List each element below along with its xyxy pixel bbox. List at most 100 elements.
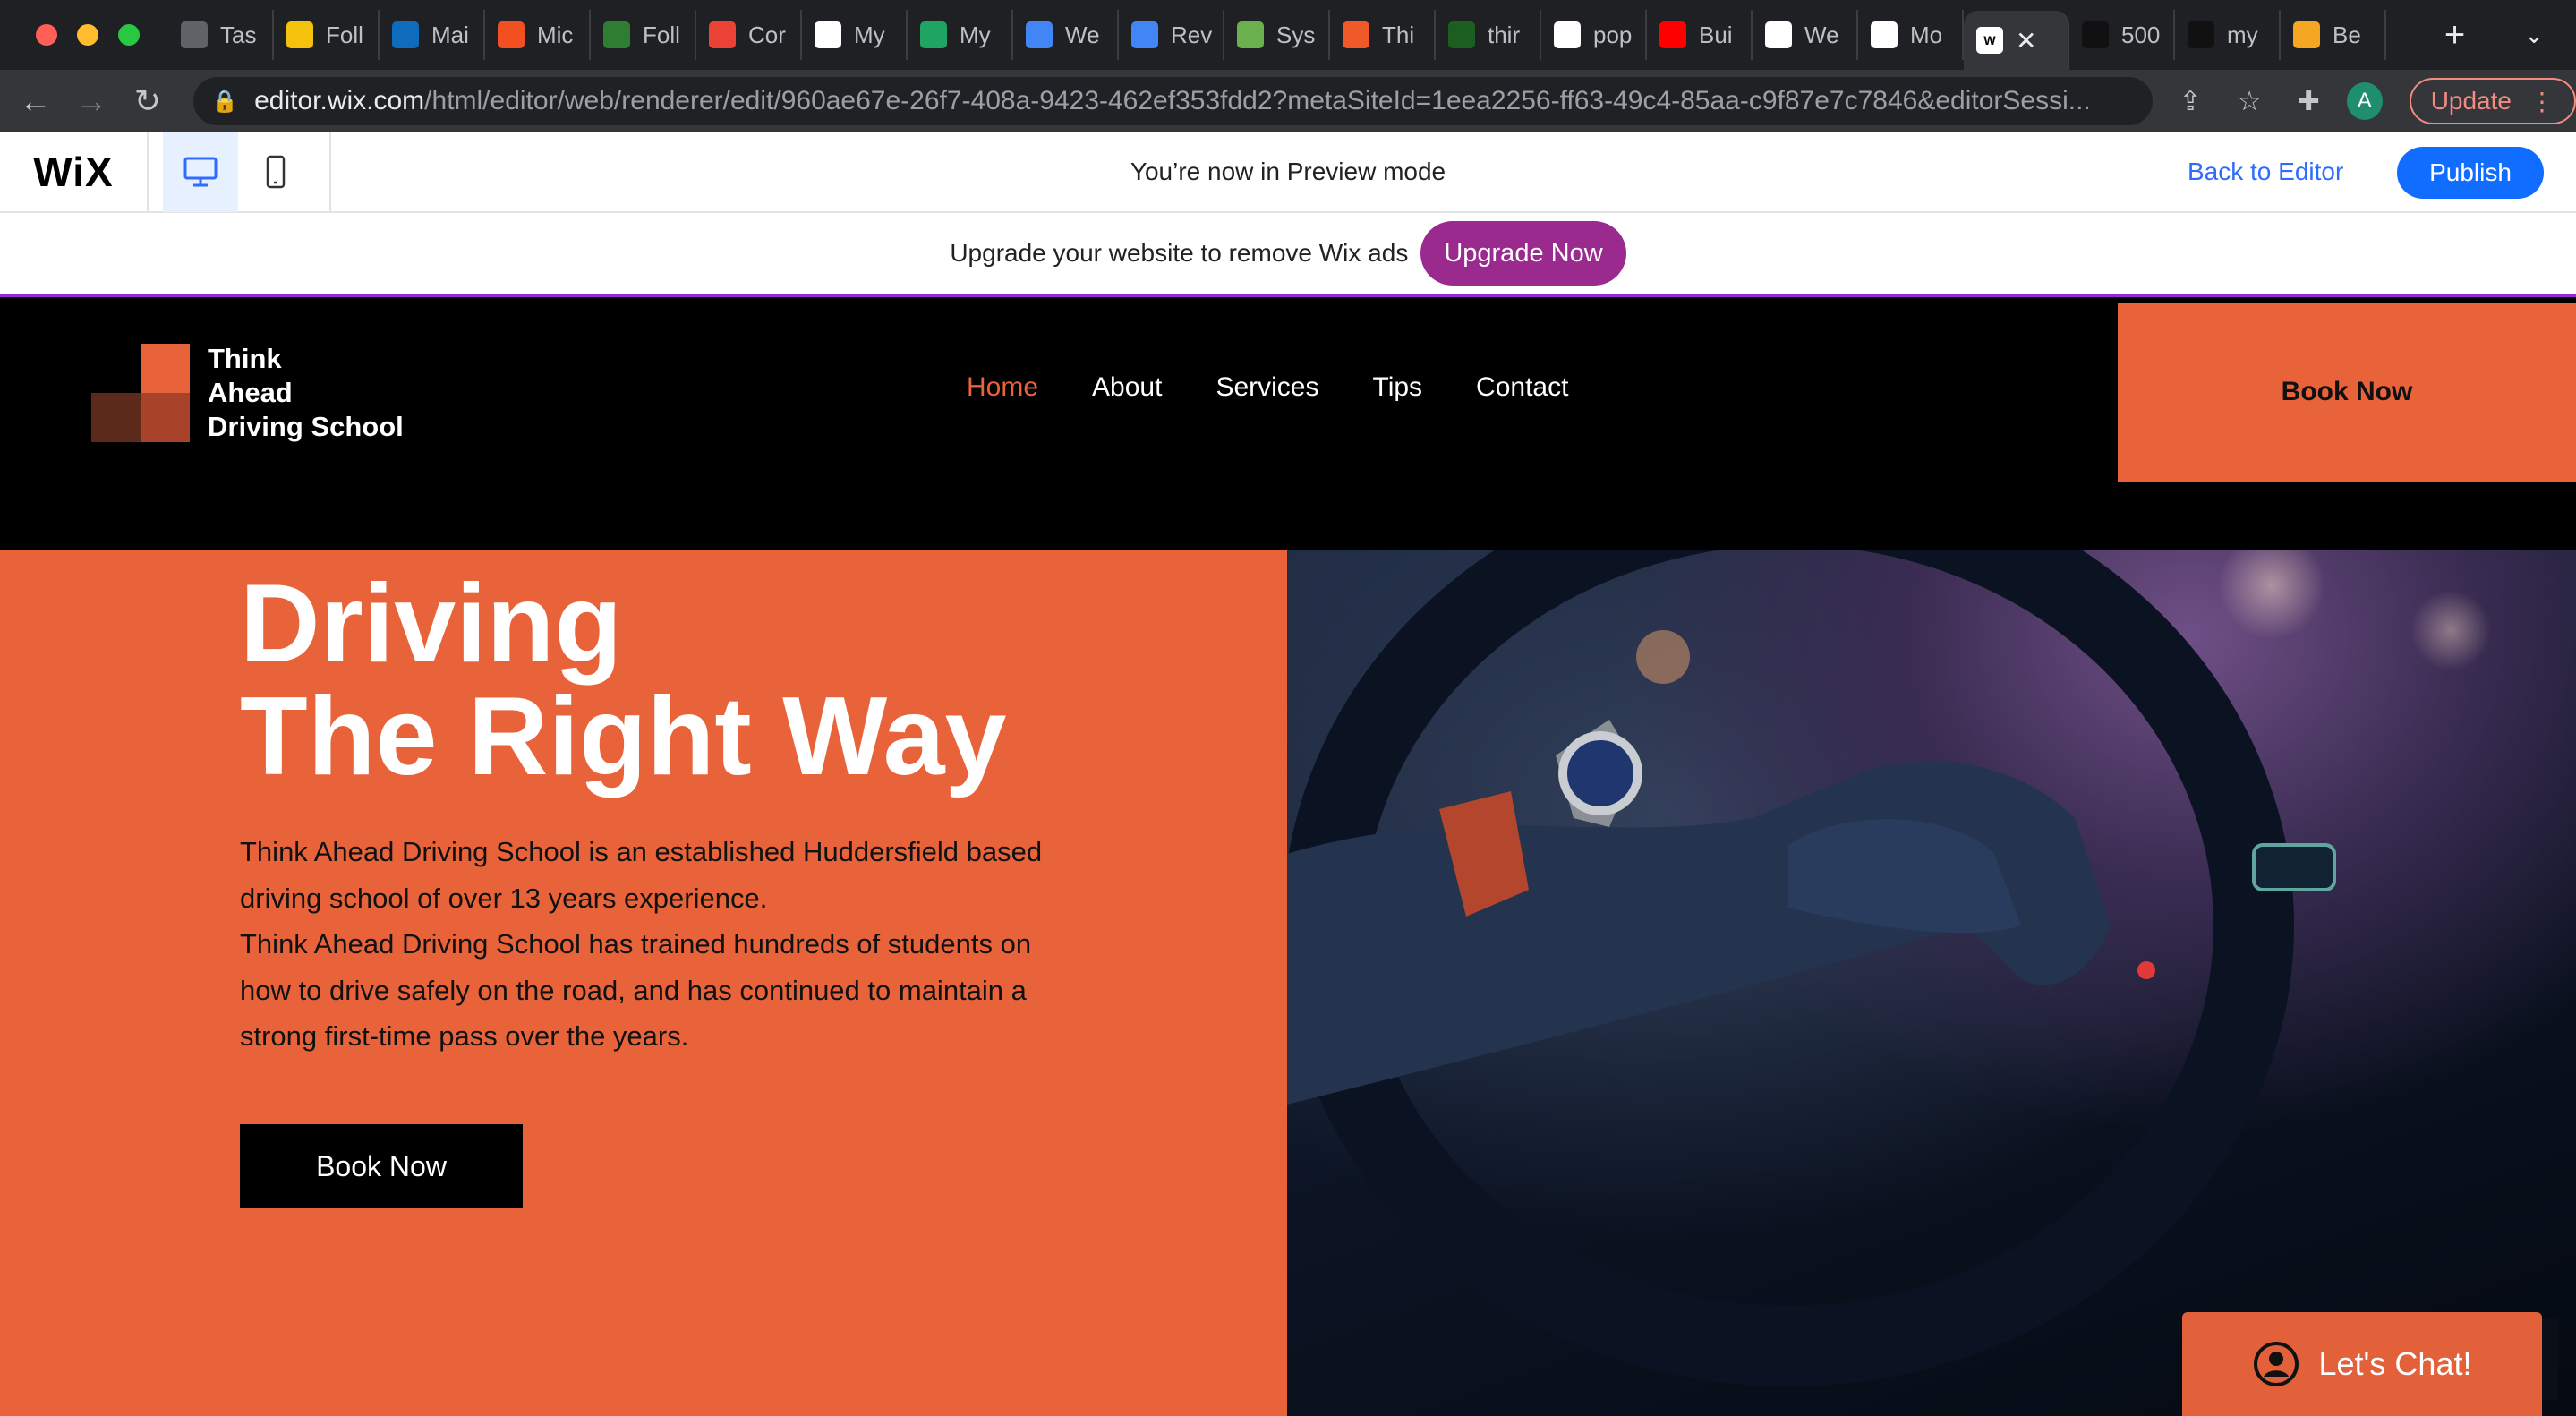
upgrade-banner: Upgrade your website to remove Wix ads U… [0,213,2576,297]
browser-tab-10[interactable]: Sys [1224,10,1330,60]
browser-tab-6[interactable]: My [802,10,908,60]
browser-tab-12[interactable]: thir [1436,10,1541,60]
tab-label: Be [2333,21,2361,48]
tab-label: We [1804,21,1839,48]
mobile-view-button[interactable] [238,132,313,212]
browser-tab-14[interactable]: Bui [1647,10,1753,60]
browser-tab-9[interactable]: Rev [1119,10,1224,60]
maximize-window-button[interactable] [118,24,140,46]
wix-favicon-icon: W [1976,27,2003,54]
tab-bar: Tas Foll Mai Mic Foll Cor My My We Rev Sys Thi thir p… [0,0,2576,70]
browser-tab-11[interactable]: Thi [1330,10,1436,60]
tab-label: Thi [1382,21,1415,48]
kebab-menu-icon[interactable]: ⋮ [2529,87,2555,116]
tab-label: pop [1593,21,1633,48]
close-tab-icon[interactable]: ✕ [2016,26,2036,55]
tab-favicon-icon [603,21,630,48]
tab-favicon-icon [2082,21,2109,48]
tab-label: Rev [1171,21,1213,48]
tab-label: 500 [2121,21,2161,48]
hero-title-line-2: The Right Way [240,675,1007,798]
tab-favicon-icon [1026,21,1053,48]
reload-icon[interactable]: ↻ [119,82,175,120]
url-path: /html/editor/web/renderer/edit/960ae67e-… [424,86,2091,115]
tab-label: Mai [431,21,469,48]
hero-driver-photo [1287,550,2576,1416]
omnibox-actions: ⇪ ☆ ✚ [2179,86,2320,117]
hero-description-paragraph-1: Think Ahead Driving School is an establi… [240,836,1043,914]
tab-label: My [960,21,991,48]
browser-tab-1[interactable]: Foll [274,10,380,60]
browser-update-button[interactable]: Update ⋮ [2409,78,2576,124]
logo-line-think: Think [208,343,282,374]
url-host: editor.wix.com [254,86,425,115]
url-bar[interactable]: 🔒 editor.wix.com/html/editor/web/rendere… [193,77,2153,125]
wix-logo: WiX [0,132,149,212]
upgrade-now-button[interactable]: Upgrade Now [1420,221,1626,286]
school-logo-icon[interactable] [91,344,190,442]
user-avatar-icon [2253,1342,2299,1386]
extra-tab-1[interactable]: my [2175,10,2281,60]
new-tab-button[interactable]: + [2418,15,2492,55]
browser-tab-4[interactable]: Foll [591,10,696,60]
close-window-button[interactable] [36,24,57,46]
tab-favicon-icon [1659,21,1686,48]
tab-favicon-icon [1237,21,1264,48]
tab-favicon-icon [1131,21,1158,48]
tab-favicon-icon [1343,21,1369,48]
browser-tab-5[interactable]: Cor [696,10,802,60]
tab-label: Mo [1910,21,1943,48]
browser-tab-16[interactable]: Mo [1858,10,1964,60]
tab-label: My [854,21,885,48]
tab-label: Cor [748,21,786,48]
update-label: Update [2430,87,2512,115]
tab-favicon-icon [2188,21,2214,48]
wix-preview-bar: WiX You’re now in Preview mode Back to E… [0,132,2576,213]
main-nav: Home About Services Tips Contact [967,372,1568,403]
browser-tab-8[interactable]: We [1013,10,1119,60]
desktop-monitor-icon [183,157,218,187]
browser-tab-15[interactable]: We [1753,10,1858,60]
nav-home[interactable]: Home [967,372,1038,403]
site-header: Think Ahead Driving School Home About Se… [0,301,2576,550]
minimize-window-button[interactable] [77,24,98,46]
toolbar-divider [329,132,331,212]
share-icon[interactable]: ⇪ [2179,86,2202,117]
tab-label: thir [1488,21,1521,48]
nav-tips[interactable]: Tips [1372,372,1422,403]
extra-tab-2[interactable]: Be [2281,10,2386,60]
window-controls [0,24,168,46]
header-book-now-button[interactable]: Book Now [2118,303,2576,482]
chat-widget-button[interactable]: Let's Chat! [2182,1312,2542,1416]
profile-avatar[interactable]: A [2346,82,2383,120]
bookmark-star-icon[interactable]: ☆ [2238,86,2262,117]
hero-description: Think Ahead Driving School is an establi… [240,829,1045,1060]
publish-button[interactable]: Publish [2397,147,2544,199]
hero-book-now-button[interactable]: Book Now [240,1124,523,1208]
logo-line-driving-school: Driving School [208,411,404,442]
active-tab[interactable]: W ✕ [1964,11,2069,70]
desktop-view-button[interactable] [163,132,238,212]
steering-wheel-illustration [1287,550,2558,1400]
nav-contact[interactable]: Contact [1476,372,1568,403]
tab-favicon-icon [1765,21,1792,48]
nav-about[interactable]: About [1092,372,1162,403]
tab-favicon-icon [2293,21,2320,48]
browser-tab-3[interactable]: Mic [485,10,591,60]
forward-arrow-icon[interactable]: → [64,82,120,120]
school-logo-text[interactable]: Think Ahead Driving School [208,342,404,444]
browser-tab-0[interactable]: Tas [168,10,274,60]
extra-tab-0[interactable]: 500 [2069,10,2175,60]
nav-services[interactable]: Services [1215,372,1318,403]
back-arrow-icon[interactable]: ← [7,82,64,120]
browser-tab-7[interactable]: My [908,10,1013,60]
browser-tab-2[interactable]: Mai [380,10,485,60]
tab-favicon-icon [709,21,736,48]
tab-search-chevron-icon[interactable]: ⌄ [2492,21,2576,49]
chat-label: Let's Chat! [2318,1345,2472,1382]
extensions-puzzle-icon[interactable]: ✚ [2298,86,2320,117]
tab-label: Foll [643,21,680,48]
browser-tab-13[interactable]: pop [1541,10,1647,60]
tab-favicon-icon [920,21,947,48]
back-to-editor-link[interactable]: Back to Editor [2188,158,2343,186]
